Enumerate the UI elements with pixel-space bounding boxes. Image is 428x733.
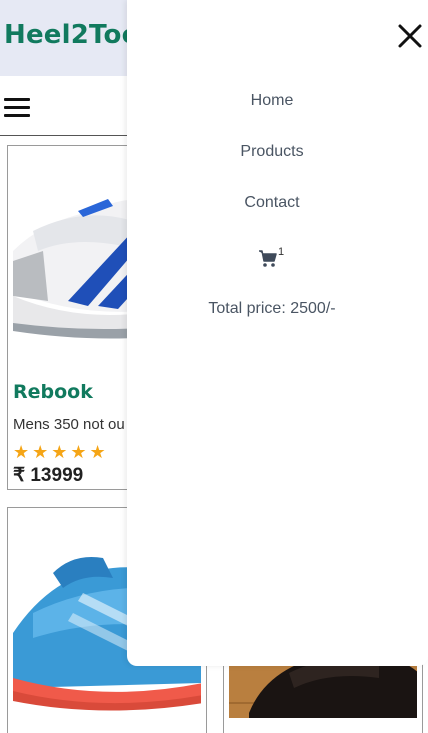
product-name[interactable]: Rebook [13,381,93,403]
cart-button[interactable]: 1 [258,246,298,270]
nav-link-home[interactable]: Home [127,92,417,110]
product-description: Mens 350 not ou [13,416,125,433]
star-rating: ★★★★★ [13,442,109,462]
close-icon[interactable] [396,22,424,50]
product-price: ₹ 13999 [13,465,84,486]
nav-link-contact[interactable]: Contact [127,194,417,212]
brand-logo[interactable]: Heel2Toe [4,20,139,50]
nav-link-products[interactable]: Products [127,143,417,161]
cart-count-badge: 1 [278,246,285,258]
total-price: Total price: 2500/- [208,300,336,317]
side-drawer: Home Products Contact 1 Total price: 250… [127,0,428,666]
hamburger-icon[interactable] [4,98,30,118]
cart-icon [259,250,277,267]
